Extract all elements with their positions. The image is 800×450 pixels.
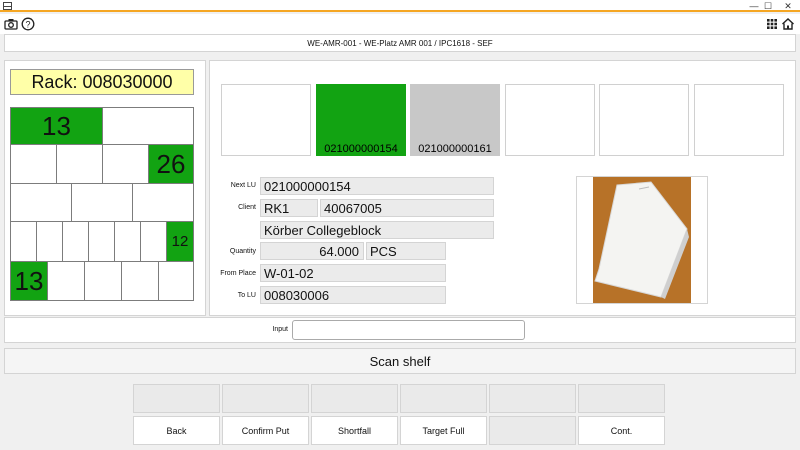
rack-slot[interactable] <box>140 221 167 262</box>
confirm-put-button[interactable]: Confirm Put <box>222 416 309 445</box>
quantity-value: 64.000 <box>260 242 364 260</box>
next-lu-label: Next LU <box>230 182 256 189</box>
quantity-label: Quantity <box>229 248 256 255</box>
grid-icon[interactable] <box>765 17 779 31</box>
close-button[interactable]: ✕ <box>776 0 800 12</box>
to-lu-label: To LU <box>237 292 256 299</box>
rack-slot[interactable] <box>56 144 103 184</box>
function-button-empty[interactable] <box>400 384 487 413</box>
rack-slot[interactable] <box>84 261 122 301</box>
function-button-empty[interactable] <box>489 416 576 445</box>
lu-thumbnail[interactable] <box>694 84 784 156</box>
client-code-value: RK1 <box>260 199 318 217</box>
rack-slot[interactable] <box>102 144 149 184</box>
svg-text:?: ? <box>25 20 30 30</box>
client-number-value: 40067005 <box>320 199 494 217</box>
next-lu-value: 021000000154 <box>260 177 494 195</box>
target-full-button[interactable]: Target Full <box>400 416 487 445</box>
rack-slot[interactable] <box>62 221 89 262</box>
toolbar: ? <box>0 14 800 34</box>
scan-shelf-button[interactable]: Scan shelf <box>4 348 796 374</box>
lu-thumbnail[interactable] <box>599 84 689 156</box>
continue-button[interactable]: Cont. <box>578 416 665 445</box>
rack-slot[interactable] <box>36 221 63 262</box>
rack-slot[interactable] <box>132 183 194 222</box>
rack-slot[interactable] <box>114 221 141 262</box>
rack-slot[interactable] <box>102 107 194 145</box>
function-button-empty[interactable] <box>222 384 309 413</box>
rack-slot-label: 13 <box>14 266 44 296</box>
rack-slot[interactable]: 26 <box>148 144 194 184</box>
rack-slot[interactable]: 12 <box>166 221 194 262</box>
rack-slot-label: 26 <box>156 149 186 179</box>
product-image <box>576 176 708 304</box>
window-titlebar: — ☐ ✕ <box>0 0 800 12</box>
rack-grid: 13 26 12 13 <box>10 107 194 301</box>
lu-thumbnail[interactable]: 021000000161 <box>410 84 500 156</box>
lu-thumbnail-label: 021000000154 <box>324 143 398 155</box>
lu-thumbnail-active[interactable]: 021000000154 <box>316 84 406 156</box>
input-label: Input <box>272 326 288 333</box>
function-button-empty[interactable] <box>133 384 220 413</box>
station-title: WE-AMR-001 - WE-Platz AMR 001 / IPC1618 … <box>4 34 796 52</box>
home-icon[interactable] <box>781 17 795 31</box>
camera-icon[interactable] <box>4 17 18 31</box>
lu-thumbnail[interactable] <box>505 84 595 156</box>
rack-slot-label: 12 <box>171 233 189 250</box>
function-button-empty[interactable] <box>489 384 576 413</box>
rack-slot[interactable] <box>10 183 72 222</box>
rack-slot[interactable] <box>158 261 194 301</box>
rack-slot[interactable] <box>71 183 133 222</box>
rack-slot[interactable] <box>10 221 37 262</box>
unit-value: PCS <box>366 242 446 260</box>
rack-slot[interactable]: 13 <box>10 107 103 145</box>
rack-slot[interactable] <box>10 144 57 184</box>
client-label: Client <box>238 204 256 211</box>
scan-input[interactable] <box>292 320 525 340</box>
lu-thumbnail[interactable] <box>221 84 311 156</box>
from-place-value: W-01-02 <box>260 264 446 282</box>
rack-slot-label: 13 <box>42 111 71 141</box>
back-button[interactable]: Back <box>133 416 220 445</box>
rack-slot[interactable] <box>88 221 115 262</box>
help-icon[interactable]: ? <box>21 17 35 31</box>
from-place-label: From Place <box>220 270 256 277</box>
function-button-empty[interactable] <box>311 384 398 413</box>
function-button-empty[interactable] <box>578 384 665 413</box>
article-description: Körber Collegeblock <box>260 221 494 239</box>
lu-thumbnail-label: 021000000161 <box>418 143 492 155</box>
to-lu-value: 008030006 <box>260 286 446 304</box>
rack-slot[interactable] <box>47 261 85 301</box>
rack-slot[interactable] <box>121 261 159 301</box>
notepad-photo <box>593 177 691 303</box>
app-icon <box>3 2 12 10</box>
shortfall-button[interactable]: Shortfall <box>311 416 398 445</box>
rack-slot[interactable]: 13 <box>10 261 48 301</box>
rack-title: Rack: 008030000 <box>10 69 194 95</box>
